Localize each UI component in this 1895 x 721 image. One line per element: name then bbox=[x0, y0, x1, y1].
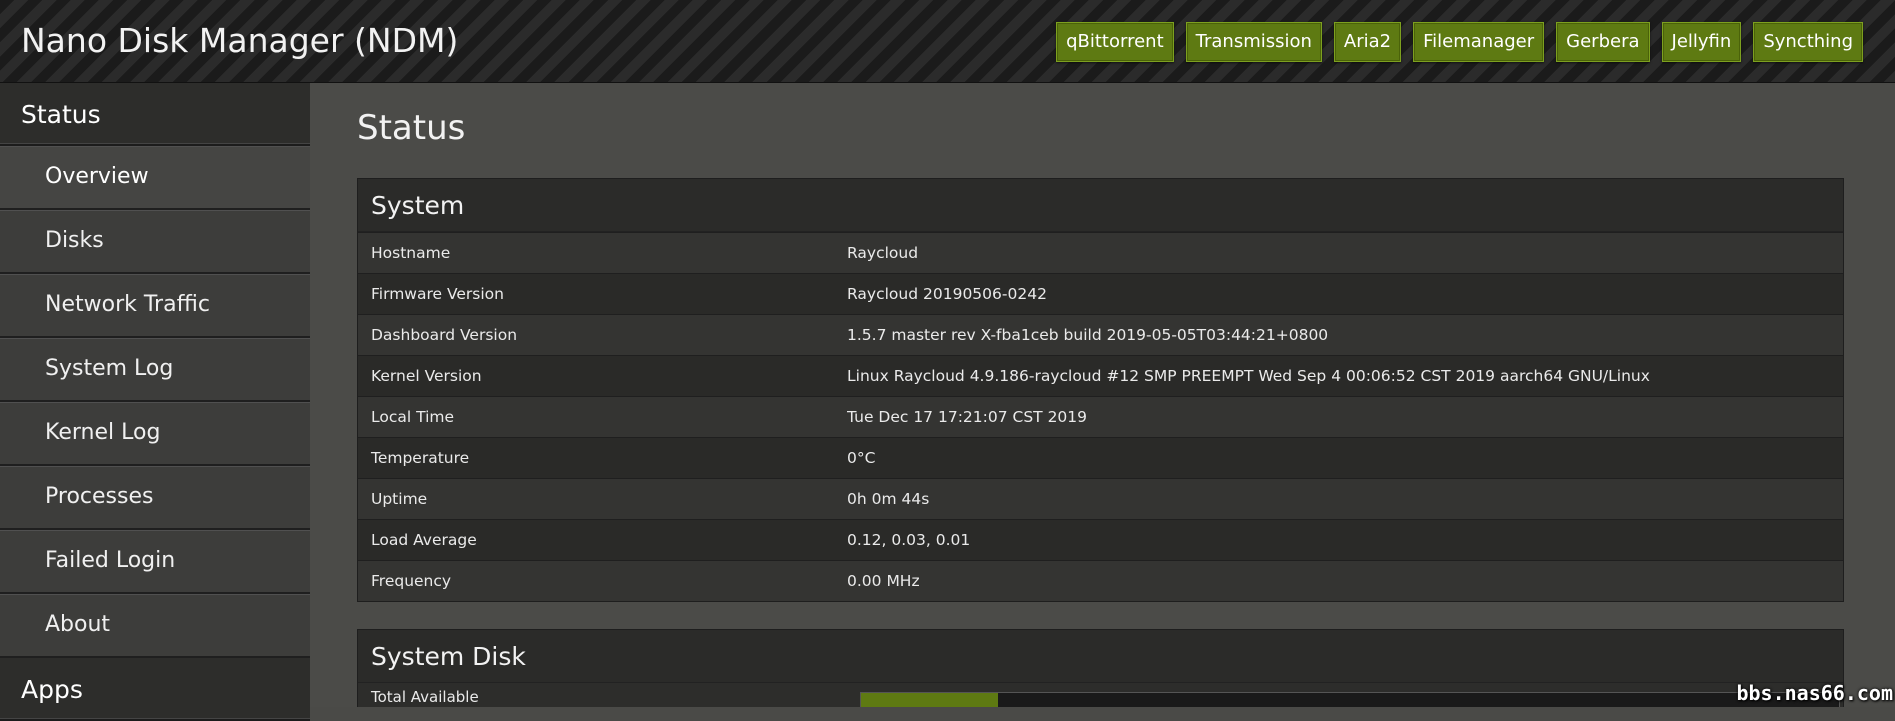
disk-usage-bar bbox=[860, 692, 1840, 707]
system-panel: System Hostname Raycloud Firmware Versio… bbox=[357, 178, 1844, 602]
watermark: bbs.nas66.com bbox=[1736, 681, 1893, 705]
load-average-label: Load Average bbox=[358, 520, 847, 560]
app-button-transmission[interactable]: Transmission bbox=[1186, 22, 1322, 62]
app-title: Nano Disk Manager (NDM) bbox=[21, 18, 458, 64]
app-button-jellyfin[interactable]: Jellyfin bbox=[1662, 22, 1742, 62]
app-button-filemanager[interactable]: Filemanager bbox=[1413, 22, 1544, 62]
temperature-label: Temperature bbox=[358, 438, 847, 478]
app-button-syncthing[interactable]: Syncthing bbox=[1753, 22, 1863, 62]
page-title: Status bbox=[357, 105, 465, 151]
disk-usage-fill bbox=[861, 693, 998, 707]
firmware-version-value: Raycloud 20190506-0242 bbox=[847, 274, 1843, 314]
table-row: Uptime 0h 0m 44s bbox=[358, 478, 1843, 519]
table-row: Dashboard Version 1.5.7 master rev X-fba… bbox=[358, 314, 1843, 355]
load-average-value: 0.12, 0.03, 0.01 bbox=[847, 520, 1843, 560]
table-row: Local Time Tue Dec 17 17:21:07 CST 2019 bbox=[358, 396, 1843, 437]
table-row: Load Average 0.12, 0.03, 0.01 bbox=[358, 519, 1843, 560]
dashboard-version-value: 1.5.7 master rev X-fba1ceb build 2019-05… bbox=[847, 315, 1843, 355]
top-header: Nano Disk Manager (NDM) qBittorrent Tran… bbox=[0, 0, 1895, 83]
sidebar-item-kernel-log[interactable]: Kernel Log bbox=[0, 402, 310, 466]
local-time-value: Tue Dec 17 17:21:07 CST 2019 bbox=[847, 397, 1843, 437]
table-row: Hostname Raycloud bbox=[358, 232, 1843, 273]
temperature-value: 0°C bbox=[847, 438, 1843, 478]
sidebar-item-system-log[interactable]: System Log bbox=[0, 338, 310, 402]
table-row: Kernel Version Linux Raycloud 4.9.186-ra… bbox=[358, 355, 1843, 396]
firmware-version-label: Firmware Version bbox=[358, 274, 847, 314]
sidebar-section-apps[interactable]: Apps bbox=[0, 658, 310, 721]
sidebar-item-disks[interactable]: Disks bbox=[0, 210, 310, 274]
sidebar-item-failed-login[interactable]: Failed Login bbox=[0, 530, 310, 594]
table-row: Frequency 0.00 MHz bbox=[358, 560, 1843, 601]
frequency-label: Frequency bbox=[358, 561, 847, 601]
table-row: Temperature 0°C bbox=[358, 437, 1843, 478]
system-disk-panel: System Disk Total Available bbox=[357, 629, 1844, 707]
sidebar-item-network-traffic[interactable]: Network Traffic bbox=[0, 274, 310, 338]
hostname-label: Hostname bbox=[358, 233, 847, 273]
sidebar-item-processes[interactable]: Processes bbox=[0, 466, 310, 530]
dashboard-version-label: Dashboard Version bbox=[358, 315, 847, 355]
uptime-label: Uptime bbox=[358, 479, 847, 519]
sidebar-item-overview[interactable]: Overview bbox=[0, 146, 310, 210]
system-panel-title: System bbox=[358, 179, 1843, 232]
app-shortcut-bar: qBittorrent Transmission Aria2 Filemanag… bbox=[1056, 22, 1863, 62]
table-row: Firmware Version Raycloud 20190506-0242 bbox=[358, 273, 1843, 314]
hostname-value: Raycloud bbox=[847, 233, 1843, 273]
kernel-version-value: Linux Raycloud 4.9.186-raycloud #12 SMP … bbox=[847, 356, 1843, 396]
kernel-version-label: Kernel Version bbox=[358, 356, 847, 396]
sidebar-section-status[interactable]: Status bbox=[0, 83, 310, 146]
sidebar-item-about[interactable]: About bbox=[0, 594, 310, 658]
total-available-label: Total Available bbox=[358, 683, 847, 707]
system-disk-panel-title: System Disk bbox=[358, 630, 1843, 683]
app-button-qbittorrent[interactable]: qBittorrent bbox=[1056, 22, 1174, 62]
table-row: Total Available bbox=[358, 683, 1843, 703]
main-content: Status System Hostname Raycloud Firmware… bbox=[310, 83, 1895, 707]
sidebar: Status Overview Disks Network Traffic Sy… bbox=[0, 83, 310, 707]
system-info-table: Hostname Raycloud Firmware Version Raycl… bbox=[358, 232, 1843, 601]
app-button-aria2[interactable]: Aria2 bbox=[1334, 22, 1401, 62]
frequency-value: 0.00 MHz bbox=[847, 561, 1843, 601]
uptime-value: 0h 0m 44s bbox=[847, 479, 1843, 519]
local-time-label: Local Time bbox=[358, 397, 847, 437]
app-button-gerbera[interactable]: Gerbera bbox=[1556, 22, 1649, 62]
